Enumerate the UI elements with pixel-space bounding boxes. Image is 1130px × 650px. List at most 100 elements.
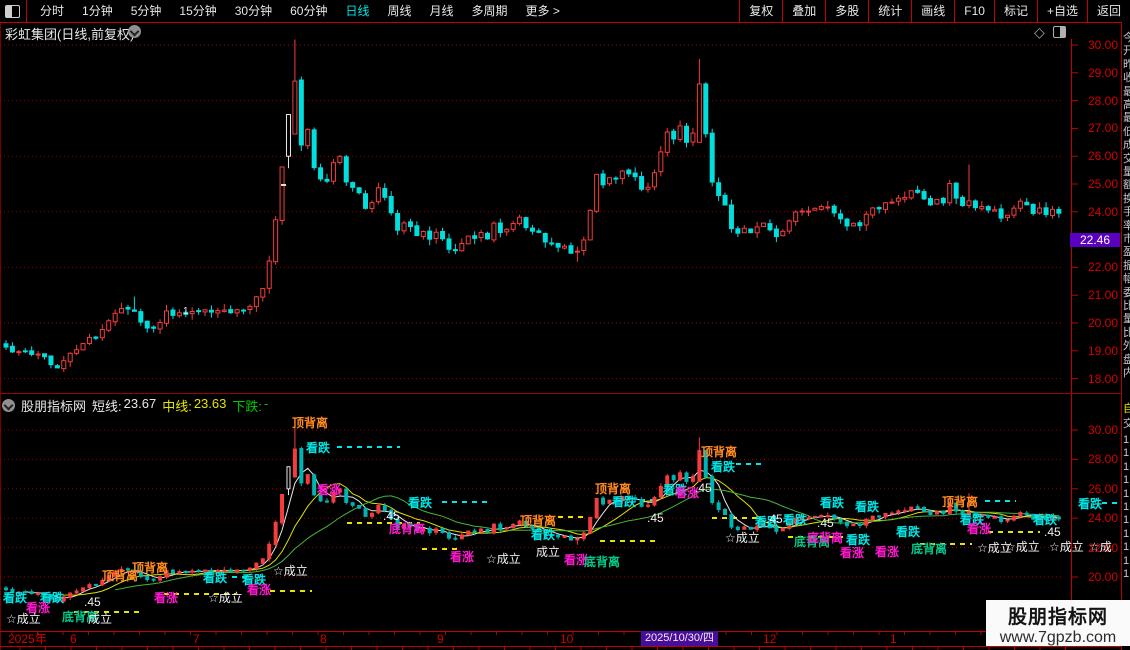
candle-body	[170, 309, 176, 316]
candle-body	[183, 570, 188, 573]
candle-body	[164, 310, 169, 324]
candle-body	[119, 307, 125, 314]
candle-body	[671, 475, 676, 481]
strip-digit: 1	[1123, 568, 1130, 580]
candle-body	[22, 350, 28, 353]
candle-body	[735, 228, 741, 234]
candle-body	[369, 202, 375, 209]
candle-body	[594, 173, 600, 212]
candle-body	[883, 512, 888, 518]
candle-body	[716, 182, 722, 196]
candle-body	[556, 534, 561, 538]
candle-body	[465, 235, 471, 245]
candle-body	[696, 83, 702, 143]
candle-body	[292, 448, 297, 478]
candle-body	[748, 228, 754, 234]
annotation-成立: ☆成立	[208, 591, 243, 605]
candle-body	[1049, 208, 1055, 217]
candle-body	[498, 523, 503, 530]
candle-body	[716, 502, 721, 511]
candle-body	[838, 213, 844, 220]
strip-digit: 1	[1123, 514, 1130, 527]
candle-body	[35, 353, 41, 356]
candle-body	[709, 132, 715, 183]
candle-body	[825, 206, 831, 209]
candle-body	[735, 526, 740, 531]
candle-body	[588, 516, 593, 534]
strip-char: 今	[1123, 32, 1130, 44]
candle-body	[138, 311, 144, 323]
candle-body	[434, 528, 439, 533]
annotation-顶背离: 顶背离	[942, 495, 979, 509]
annotation-底背离: 底背离	[807, 531, 844, 545]
candle-body	[562, 535, 567, 538]
main-y-label: 20.00	[1087, 316, 1118, 330]
strip-digit: 1	[1123, 434, 1130, 446]
strip-char: 振	[1123, 260, 1130, 272]
annotation-看涨: 看涨	[967, 522, 992, 536]
candle-body	[1024, 512, 1029, 516]
x-axis-label: 7	[193, 632, 200, 646]
candle-body	[363, 193, 369, 209]
selected-date-marker: 2025/10/30/四	[641, 631, 718, 646]
strip-char: 成	[1123, 139, 1130, 151]
strip-char: 手	[1123, 206, 1130, 218]
candle-body	[459, 534, 464, 540]
candle-body	[632, 172, 638, 178]
candle-body	[74, 349, 80, 354]
candle-body	[298, 79, 304, 146]
indicator-chevron-down-icon[interactable]	[2, 399, 15, 412]
candle-body	[940, 197, 946, 204]
x-axis-label: 2025年	[8, 632, 47, 646]
candle-body	[806, 210, 811, 213]
annotation-看跌: 看跌	[896, 525, 921, 539]
candle-body	[247, 305, 253, 311]
strip-digit: 1	[1123, 527, 1130, 540]
candle-body	[575, 538, 580, 541]
candle-body	[986, 514, 991, 518]
strip-char: 昨	[1123, 59, 1130, 71]
candle-body	[369, 512, 374, 517]
strip-char: 最	[1123, 86, 1130, 98]
annotation-成立: ☆成立	[486, 552, 521, 566]
candle-body	[966, 200, 972, 207]
strip-char: 比	[1123, 300, 1130, 312]
candle-body	[742, 526, 747, 530]
candle-body	[158, 576, 163, 581]
candle-body	[267, 543, 272, 560]
candle-body	[4, 587, 8, 591]
candle-body	[857, 222, 863, 227]
strip-digit: 1	[1123, 487, 1130, 500]
annotation-看跌: 看跌	[846, 533, 871, 547]
candle-body	[42, 353, 48, 358]
annotation-成立: ☆成立	[6, 612, 41, 626]
candle-body	[812, 515, 817, 518]
candle-body	[619, 170, 625, 180]
strip-char: 收	[1123, 72, 1130, 84]
candle-body	[908, 190, 914, 199]
candle-body	[761, 222, 767, 227]
right-cropped-panel: 今开昨收最高最低成交量额换手率市盈振幅委比量比外盘内自交11111111111	[1121, 22, 1130, 650]
candle-body	[472, 530, 477, 533]
candle-body	[305, 128, 311, 147]
candle-body	[793, 211, 799, 222]
candle-body	[1017, 200, 1023, 209]
candle-body	[568, 245, 574, 254]
main-y-label: 29.00	[1087, 65, 1118, 80]
candle-body	[568, 535, 573, 541]
candle-body	[998, 208, 1004, 219]
candle-body	[542, 232, 548, 243]
candle-body	[202, 309, 208, 313]
candle-body	[407, 221, 413, 228]
candle-body	[870, 515, 875, 521]
annotation-成立: ☆成立	[725, 531, 760, 545]
candle-body	[93, 583, 98, 586]
watermark-url: www.7gpzb.com	[999, 629, 1117, 646]
candle-body	[215, 310, 221, 314]
candle-body	[728, 204, 734, 230]
candle-body	[446, 532, 451, 539]
candle-body	[479, 528, 484, 533]
candle-body	[671, 130, 677, 140]
candle-body	[799, 210, 805, 213]
candle-body	[144, 320, 150, 329]
